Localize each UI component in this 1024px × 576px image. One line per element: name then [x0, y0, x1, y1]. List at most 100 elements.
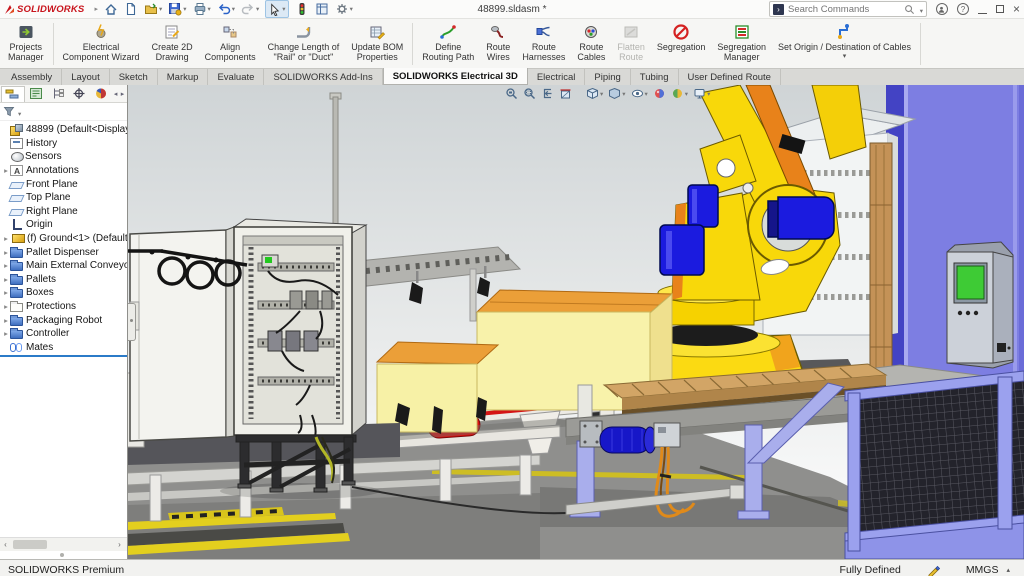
- panel-flyout-handle[interactable]: [127, 303, 136, 341]
- command-tab[interactable]: User Defined Route: [679, 69, 781, 85]
- scroll-left-button[interactable]: ‹: [0, 538, 11, 551]
- zoom-to-fit-icon[interactable]: [505, 87, 518, 100]
- search-input[interactable]: [788, 4, 900, 15]
- print-icon[interactable]: [193, 1, 211, 17]
- command-tab[interactable]: Sketch: [110, 69, 158, 85]
- undo-icon[interactable]: [217, 1, 235, 17]
- command-tab[interactable]: Piping: [585, 69, 630, 85]
- expand-arrow-icon[interactable]: ▸: [2, 316, 10, 325]
- tree-item[interactable]: ▸ Pallet Dispenser: [0, 245, 127, 259]
- panel-horizontal-scrollbar[interactable]: ‹ ›: [0, 537, 127, 551]
- view-settings-icon[interactable]: [693, 87, 710, 100]
- tree-item[interactable]: ▸ Front Plane: [0, 177, 127, 191]
- tree-item[interactable]: ▸ Protections: [0, 300, 127, 314]
- task-pane-table-icon[interactable]: [315, 1, 329, 17]
- tree-item[interactable]: ▸ Packaging Robot: [0, 313, 127, 327]
- home-icon[interactable]: [104, 1, 118, 17]
- command-tab[interactable]: SOLIDWORKS Add-Ins: [264, 69, 382, 85]
- panel-tabs-left-arrow[interactable]: ◂: [112, 90, 119, 98]
- rebuild-traffic-light-icon[interactable]: [295, 1, 309, 17]
- user-account-icon[interactable]: [936, 3, 948, 15]
- command-tab[interactable]: Tubing: [631, 69, 679, 85]
- expand-arrow-icon[interactable]: ▸: [2, 248, 10, 257]
- tab-dimxpert-manager[interactable]: [68, 86, 90, 101]
- rollback-bar[interactable]: [0, 355, 127, 357]
- open-document-icon[interactable]: [144, 1, 162, 17]
- command-tab[interactable]: Markup: [158, 69, 209, 85]
- tree-item[interactable]: ▸ Controller: [0, 327, 127, 341]
- tree-filter[interactable]: [0, 103, 127, 121]
- section-view-icon[interactable]: [559, 87, 572, 100]
- previous-view-icon[interactable]: [541, 87, 554, 100]
- select-tool[interactable]: [265, 0, 288, 18]
- tree-item[interactable]: ▸ Pallets: [0, 273, 127, 287]
- edit-sketch-icon[interactable]: [927, 564, 940, 576]
- ribbon-button-electrical-component-wizard[interactable]: ElectricalComponent Wizard: [57, 20, 146, 68]
- cabinet-door[interactable]: [130, 230, 226, 441]
- command-tab[interactable]: Assembly: [2, 69, 62, 85]
- units-caret[interactable]: ▴: [1006, 566, 1010, 574]
- units-selector[interactable]: MMGS: [966, 564, 999, 576]
- wood-column[interactable]: [870, 143, 892, 395]
- tree-item[interactable]: ▸ History: [0, 137, 127, 151]
- panel-buttons[interactable]: [958, 311, 978, 315]
- tree-item[interactable]: ▸ 48899 (Default<Display State-: [0, 123, 127, 137]
- ribbon-button-segregation-manager[interactable]: SegregationManager: [711, 20, 772, 68]
- expand-arrow-icon[interactable]: ▸: [2, 302, 10, 311]
- panel-tabs-right-arrow[interactable]: ▸: [119, 90, 126, 98]
- junction-box[interactable]: [654, 423, 680, 447]
- apply-scene-icon[interactable]: [671, 87, 688, 100]
- expand-arrow-icon[interactable]: ▸: [2, 261, 10, 270]
- command-tab[interactable]: Electrical: [528, 69, 586, 85]
- ribbon-button-route-harnesses[interactable]: RouteHarnesses: [516, 20, 571, 68]
- tab-property-manager[interactable]: [25, 86, 47, 101]
- tree-item[interactable]: ▸ Annotations: [0, 164, 127, 178]
- tree-item[interactable]: ▸ Main External Conveyor: [0, 259, 127, 273]
- save-icon[interactable]: [168, 1, 186, 17]
- search-icon[interactable]: [904, 4, 915, 15]
- close-button[interactable]: ×: [1013, 4, 1020, 14]
- ribbon-button-create-2d-drawing[interactable]: Create 2DDrawing: [146, 20, 199, 68]
- menu-expand-arrow[interactable]: ▸: [94, 5, 98, 13]
- new-document-icon[interactable]: [124, 1, 138, 17]
- panel-resize-nub[interactable]: [60, 553, 64, 557]
- ribbon-button-set-origin-destination[interactable]: Set Origin / Destination of Cables ▾: [772, 20, 917, 68]
- ribbon-button-route-cables[interactable]: RouteCables: [571, 20, 611, 68]
- display-style-icon[interactable]: [608, 87, 625, 100]
- hide-show-items-icon[interactable]: [631, 87, 648, 100]
- safety-fence[interactable]: [845, 371, 1024, 559]
- 3d-viewport[interactable]: [0, 85, 1024, 559]
- expand-arrow-icon[interactable]: ▸: [2, 234, 10, 243]
- command-tab[interactable]: SOLIDWORKS Electrical 3D: [383, 68, 528, 85]
- tree-item[interactable]: ▸ Origin: [0, 218, 127, 232]
- ribbon-button-route-wires[interactable]: RouteWires: [480, 20, 516, 68]
- tree-item[interactable]: ▸ (f) Ground<1> (Default) <<: [0, 232, 127, 246]
- ribbon-button-segregation[interactable]: Segregation: [651, 20, 712, 68]
- tree-item[interactable]: ▸ Mates: [0, 341, 127, 355]
- ribbon-button-change-length[interactable]: Change Length of"Rail" or "Duct": [262, 20, 346, 68]
- scroll-thumb[interactable]: [13, 540, 47, 549]
- zoom-to-area-icon[interactable]: [523, 87, 536, 100]
- maximize-button[interactable]: [996, 5, 1004, 13]
- expand-arrow-icon[interactable]: ▸: [2, 166, 10, 175]
- minimize-button[interactable]: [978, 4, 987, 14]
- control-panel[interactable]: [947, 242, 1013, 368]
- options-gear-icon[interactable]: [335, 1, 353, 17]
- expand-arrow-icon[interactable]: ▸: [2, 275, 10, 284]
- tab-feature-manager[interactable]: [1, 86, 25, 102]
- expand-arrow-icon[interactable]: ▸: [2, 288, 10, 297]
- tree-item[interactable]: ▸ Boxes: [0, 286, 127, 300]
- tree-item[interactable]: ▸ Top Plane: [0, 191, 127, 205]
- ribbon-button-define-routing-path[interactable]: DefineRouting Path: [416, 20, 480, 68]
- filter-caret[interactable]: [17, 103, 21, 121]
- command-tab[interactable]: Layout: [62, 69, 110, 85]
- scroll-right-button[interactable]: ›: [114, 538, 125, 551]
- view-orientation-icon[interactable]: [586, 87, 603, 100]
- search-scope-caret[interactable]: [919, 0, 923, 18]
- command-tab[interactable]: Evaluate: [208, 69, 264, 85]
- expand-arrow-icon[interactable]: ▸: [2, 329, 10, 338]
- tab-display-manager[interactable]: [90, 86, 112, 101]
- ribbon-button-projects-manager[interactable]: ProjectsManager: [2, 20, 50, 68]
- search-commands-box[interactable]: ›: [769, 1, 927, 17]
- tree-item[interactable]: ▸ Right Plane: [0, 205, 127, 219]
